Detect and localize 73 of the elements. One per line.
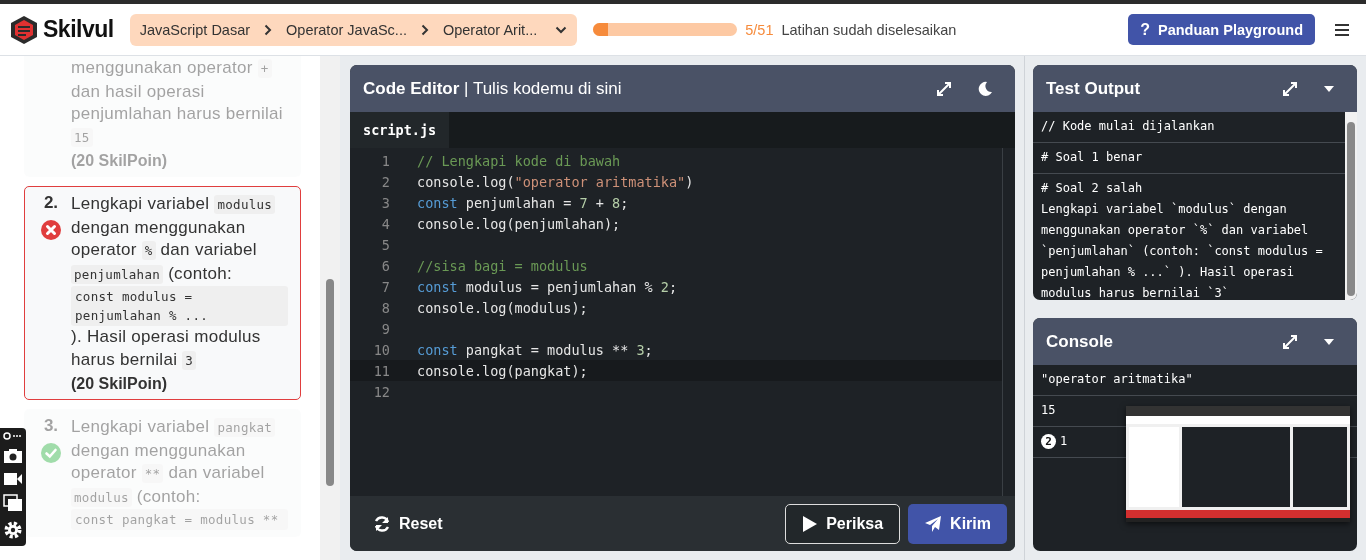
windows-icon[interactable] bbox=[3, 494, 23, 512]
code-line: //sisa bagi = modulus bbox=[417, 257, 588, 274]
line-number: 11 bbox=[372, 362, 391, 379]
output-line: // Kode mulai dijalankan bbox=[1041, 118, 1216, 135]
task-number: 2. bbox=[43, 193, 59, 213]
task-number: 3. bbox=[43, 416, 59, 436]
progress-count: 5/51 bbox=[745, 21, 774, 38]
count-badge: 2 bbox=[1041, 434, 1056, 449]
console-line: "operator aritmatika" bbox=[1041, 371, 1193, 388]
refresh-icon bbox=[373, 514, 391, 533]
line-number: 2 bbox=[380, 173, 391, 190]
settings-icon[interactable] bbox=[3, 520, 23, 540]
line-number: 10 bbox=[372, 341, 391, 358]
error-icon bbox=[40, 219, 62, 241]
code-line: console.log(modulus); bbox=[417, 299, 588, 316]
line-number: 3 bbox=[380, 194, 391, 211]
console-line: 15 bbox=[1041, 402, 1056, 419]
expand-icon[interactable] bbox=[1283, 334, 1297, 349]
code-line: // Lengkapi kode di bawah bbox=[417, 152, 621, 169]
check-circle-icon bbox=[40, 442, 62, 464]
expand-icon[interactable] bbox=[937, 81, 951, 96]
chevron-icon bbox=[420, 23, 429, 36]
video-camera-icon[interactable] bbox=[3, 472, 23, 486]
panel-title: Code Editor | Tulis kodemu di sini bbox=[363, 78, 623, 99]
console-line: 1 bbox=[1060, 433, 1068, 450]
scrollbar[interactable] bbox=[1345, 112, 1357, 300]
code-line: const modulus = penjumlahan % 2; bbox=[417, 278, 678, 295]
code-line: const penjumlahan = 7 + 8; bbox=[417, 194, 629, 211]
task-card[interactable]: 2. Lengkapi variabel modulus dengan menggunakan operator % dan variabel penjumlahan (contoh: const modulus = penjumlahan % ... ). Hasil operasi modulus harus bernilai 3 (20 SkilPoin) bbox=[24, 186, 301, 400]
code-line: console.log(penjumlahan); bbox=[417, 215, 621, 232]
progress-label: Latihan sudah diselesaikan bbox=[781, 21, 957, 38]
scrollbar[interactable] bbox=[320, 56, 340, 560]
line-number: 12 bbox=[372, 383, 391, 400]
breadcrumb-link[interactable]: Operator Arit... bbox=[442, 21, 538, 38]
paper-plane-icon bbox=[924, 514, 943, 533]
breadcrumb-link[interactable]: JavaScript Dasar bbox=[139, 21, 251, 38]
output-line: # Soal 2 salah bbox=[1041, 180, 1144, 197]
code-line: const pangkat = modulus ** 3; bbox=[417, 341, 653, 358]
code-line: console.log(pangkat); bbox=[417, 362, 588, 379]
caret-icon[interactable] bbox=[1323, 337, 1335, 346]
breadcrumb-link[interactable]: Operator JavaSc... bbox=[286, 21, 407, 38]
chevron-icon bbox=[264, 23, 273, 36]
panel-title: Console bbox=[1046, 331, 1115, 352]
task-points: (20 SkilPoin) bbox=[71, 375, 169, 393]
output-message: Lengkapi variabel `modulus` dengan menggunakan operator `%` dan variabel `penjumlahan` (contoh: `const modulus = penjumlahan % ...` ). Hasil operasi modulus harus bernilai `3` bbox=[1041, 201, 1324, 300]
menu-icon[interactable] bbox=[1335, 23, 1349, 36]
guide-button[interactable]: ? Panduan Playground bbox=[1128, 14, 1315, 45]
task-description: Lengkapi variabel modulus dengan menggunakan operator % dan variabel penjumlahan (contoh: const modulus = penjumlahan % ... ). Hasil operasi modulus harus bernilai 3 bbox=[71, 193, 292, 372]
submit-button[interactable]: Kirim bbox=[908, 503, 1007, 544]
line-number: 8 bbox=[380, 299, 391, 316]
panel-title: Test Output bbox=[1046, 78, 1142, 99]
line-number: 9 bbox=[380, 320, 391, 337]
expand-icon[interactable] bbox=[1283, 81, 1297, 96]
camera-icon[interactable] bbox=[3, 448, 23, 464]
caret-icon[interactable] bbox=[1323, 84, 1335, 93]
moon-icon[interactable] bbox=[977, 80, 993, 97]
line-number: 4 bbox=[380, 215, 391, 232]
code-line: console.log("operator aritmatika") bbox=[417, 173, 694, 190]
caret-icon[interactable] bbox=[555, 25, 568, 34]
task-description: menggunakan operator + dan hasil operasi penjumlahan harus bernilai 15 bbox=[71, 57, 284, 149]
file-tab[interactable]: script.js bbox=[350, 112, 450, 148]
check-button[interactable]: Periksa bbox=[785, 503, 901, 544]
logo-icon bbox=[10, 14, 38, 45]
line-number: 5 bbox=[380, 236, 391, 253]
output-line: # Soal 1 benar bbox=[1041, 149, 1144, 166]
reset-button[interactable]: Reset bbox=[373, 503, 443, 544]
play-icon bbox=[802, 514, 819, 533]
brand-name: Skilvul bbox=[43, 16, 114, 43]
line-number: 7 bbox=[380, 278, 391, 295]
line-number: 6 bbox=[380, 257, 391, 274]
task-points: (20 SkilPoin) bbox=[71, 152, 169, 170]
task-description: Lengkapi variabel pangkat dengan menggunakan operator ** dan variabel modulus (contoh: const pangkat = modulus ** bbox=[71, 416, 292, 530]
line-number: 1 bbox=[380, 152, 391, 169]
